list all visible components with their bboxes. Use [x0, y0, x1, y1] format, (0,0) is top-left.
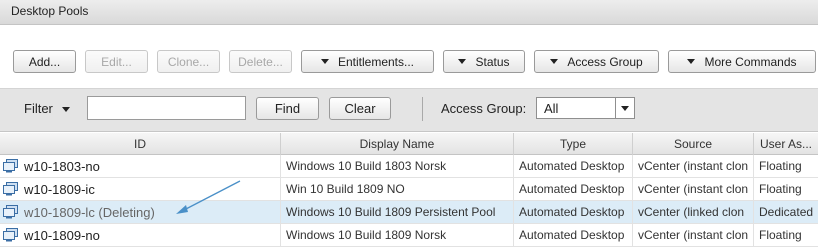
- toolbar: Add... Edit... Clone... Delete... Entitl…: [0, 26, 818, 88]
- table-row[interactable]: w10-1803-no Windows 10 Build 1803 Norsk …: [0, 155, 818, 178]
- access-group-label: Access Group: [567, 54, 643, 69]
- source-cell: vCenter (instant clon: [633, 178, 754, 201]
- clear-button[interactable]: Clear: [329, 97, 391, 120]
- pool-id: w10-1803-no: [24, 159, 100, 174]
- table-row[interactable]: w10-1809-ic Win 10 Build 1809 NO Automat…: [0, 178, 818, 201]
- user-assignment-cell: Dedicated: [759, 205, 814, 219]
- user-assignment-cell: Floating: [759, 228, 802, 242]
- entitlements-label: Entitlements...: [337, 54, 415, 69]
- access-group-select[interactable]: All: [536, 97, 635, 119]
- chevron-down-icon: [687, 59, 696, 64]
- column-header-user-assignment[interactable]: User As...: [754, 133, 818, 155]
- desktop-pools-table: ID Display Name Type Source User As... w…: [0, 133, 818, 248]
- access-group-filter-label: Access Group:: [441, 101, 527, 116]
- user-assignment-cell: Floating: [759, 159, 802, 173]
- status-label: Status: [475, 54, 510, 69]
- chevron-down-icon[interactable]: [62, 107, 70, 112]
- display-name-cell: Windows 10 Build 1809 Norsk: [281, 224, 514, 247]
- chevron-down-icon: [550, 59, 559, 64]
- chevron-down-icon: [320, 59, 329, 64]
- add-button[interactable]: Add...: [13, 50, 76, 73]
- pool-id: w10-1809-ic: [24, 182, 95, 197]
- display-name-cell: Windows 10 Build 1803 Norsk: [281, 155, 514, 178]
- clone-button[interactable]: Clone...: [157, 50, 220, 73]
- source-cell: vCenter (instant clon: [633, 224, 754, 247]
- toolbar-divider: [422, 97, 423, 121]
- column-header-id[interactable]: ID: [0, 133, 281, 155]
- status-button[interactable]: Status: [443, 50, 525, 73]
- title-bar: Desktop Pools: [0, 0, 818, 25]
- desktop-pool-icon: [3, 228, 18, 242]
- pool-id-cell: w10-1809-ic: [0, 178, 281, 201]
- source-cell: vCenter (instant clon: [633, 155, 754, 178]
- column-header-display-name[interactable]: Display Name: [281, 133, 514, 155]
- more-commands-button[interactable]: More Commands: [668, 50, 816, 73]
- type-cell: Automated Desktop: [514, 201, 633, 224]
- type-cell: Automated Desktop: [514, 155, 633, 178]
- type-cell: Automated Desktop: [514, 178, 633, 201]
- select-arrow[interactable]: [615, 98, 634, 118]
- filter-bar: Filter Find Clear Access Group: All: [0, 88, 818, 132]
- pool-id: w10-1809-lc (Deleting): [24, 205, 155, 220]
- edit-button[interactable]: Edit...: [85, 50, 148, 73]
- pool-id-cell: w10-1809-lc (Deleting): [0, 201, 281, 224]
- window-title: Desktop Pools: [11, 4, 89, 18]
- display-name-cell: Windows 10 Build 1809 Persistent Pool: [281, 201, 514, 224]
- chevron-down-icon: [621, 106, 629, 111]
- access-group-select-value: All: [544, 101, 559, 116]
- entitlements-button[interactable]: Entitlements...: [301, 50, 434, 73]
- table-row-selected[interactable]: w10-1809-lc (Deleting) Windows 10 Build …: [0, 201, 818, 224]
- desktop-pool-icon: [3, 182, 18, 196]
- type-cell: Automated Desktop: [514, 224, 633, 247]
- pool-id-cell: w10-1809-no: [0, 224, 281, 247]
- delete-button[interactable]: Delete...: [229, 50, 292, 73]
- desktop-pool-icon: [3, 205, 18, 219]
- display-name-cell: Win 10 Build 1809 NO: [281, 178, 514, 201]
- access-group-button[interactable]: Access Group: [534, 50, 659, 73]
- chevron-down-icon: [458, 59, 467, 64]
- column-header-type[interactable]: Type: [514, 133, 633, 155]
- desktop-pool-icon: [3, 159, 18, 173]
- user-assignment-cell: Floating: [759, 182, 802, 196]
- find-button[interactable]: Find: [256, 97, 319, 120]
- filter-label[interactable]: Filter: [24, 101, 53, 116]
- filter-input[interactable]: [87, 96, 246, 120]
- source-cell: vCenter (linked clon: [633, 201, 754, 224]
- table-row[interactable]: w10-1809-no Windows 10 Build 1809 Norsk …: [0, 224, 818, 247]
- column-header-source[interactable]: Source: [633, 133, 754, 155]
- pool-id: w10-1809-no: [24, 228, 100, 243]
- more-commands-label: More Commands: [704, 54, 797, 69]
- pool-id-cell: w10-1803-no: [0, 155, 281, 178]
- table-header: ID Display Name Type Source User As...: [0, 133, 818, 155]
